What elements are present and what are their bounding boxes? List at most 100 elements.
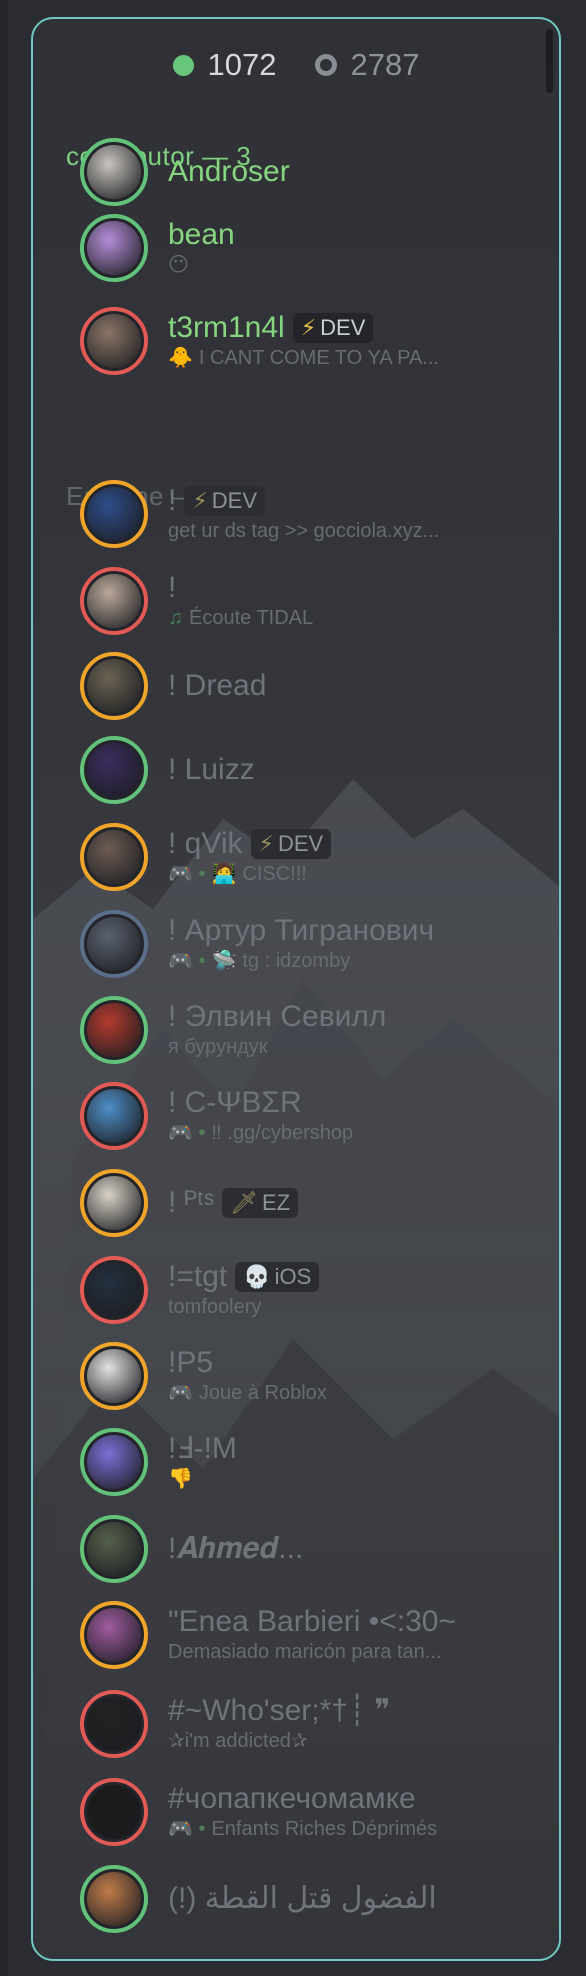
member-name-row: (!) الفضول قتل القطة (168, 1882, 437, 1916)
member-name: !P5 (168, 1346, 214, 1379)
member-name-row: t3rm1n4l ⚡ DEV (168, 311, 439, 345)
member-row[interactable]: !=tgt 💀 iOS tomfoolery (80, 1253, 520, 1327)
member-status: 🎮 • 🛸 tg : idzomby (168, 948, 434, 974)
member-info: ! Артур Тигранович 🎮 • 🛸 tg : idzomby (168, 914, 434, 974)
member-name: #~Who'ser;*†┊ ❞ (168, 1694, 391, 1727)
member-list-panel: 1072 2787 contributor — 3 En ligne — 106… (31, 17, 561, 1961)
member-name-row: !Ⅎ-!M (168, 1432, 237, 1466)
member-row[interactable]: ! Dread (80, 649, 520, 723)
member-status: get ur ds tag >> gocciola.xyz... (168, 518, 439, 544)
member-status: 🎮 • 🧑‍💻 CISC!!! (168, 861, 331, 887)
avatar[interactable] (80, 1428, 148, 1496)
member-row[interactable]: Androser (80, 135, 520, 209)
member-name: !=tgt (168, 1260, 228, 1293)
server-tag-badge[interactable]: ⚡ DEV (250, 829, 332, 859)
member-row[interactable]: "Enea Barbieri •<:30~ Demasiado maricón p… (80, 1598, 520, 1672)
member-row[interactable]: ! qVik ⚡ DEV 🎮 • 🧑‍💻 CISC!!! (80, 820, 520, 894)
avatar[interactable] (80, 736, 148, 804)
tag-label: DEV (277, 831, 324, 856)
member-row[interactable]: !Ⅎ-!M 👎 (80, 1425, 520, 1499)
member-row[interactable]: #чопапкечомамке 🎮 • Enfants Riches Déprimé… (80, 1775, 520, 1849)
pocoyo-icon (87, 1089, 141, 1143)
member-name-row: ! qVik ⚡ DEV (168, 827, 332, 861)
member-row[interactable]: !𝑨𝒉𝒎𝒆𝒅... (80, 1512, 520, 1586)
member-name: ! qVik (168, 827, 243, 860)
avatar[interactable] (80, 996, 148, 1064)
server-tag-badge[interactable]: ⚡ DEV (292, 313, 374, 343)
member-row[interactable]: ! Элвин Севилл я бурундук (80, 993, 520, 1067)
person-red-icon (87, 1522, 141, 1576)
member-row[interactable]: ! ᴾᵗˢ 🗡 EZ (80, 1166, 520, 1240)
member-row[interactable]: ! ⚡ DEV get ur ds tag >> gocciola.xyz... (80, 477, 520, 551)
member-info: #чопапкечомамке 🎮 • Enfants Riches Déprimé… (168, 1782, 437, 1842)
avatar[interactable] (80, 567, 148, 635)
avatar[interactable] (80, 307, 148, 375)
avatar[interactable] (80, 1342, 148, 1410)
server-tag-badge[interactable]: 💀 iOS (235, 1262, 320, 1292)
member-info: ! Элвин Севилл я бурундук (168, 1000, 386, 1060)
member-info: ! C-ΨBΣR 🎮 • ‼ .gg/cybershop (168, 1086, 353, 1146)
member-info: !Ⅎ-!M 👎 (168, 1432, 237, 1492)
member-info: ! Dread (168, 669, 266, 703)
member-name-row: !=tgt 💀 iOS (168, 1260, 320, 1294)
avatar[interactable] (80, 1169, 148, 1237)
avatar[interactable] (80, 1778, 148, 1846)
member-row[interactable]: ! C-ΨBΣR 🎮 • ‼ .gg/cybershop (80, 1079, 520, 1153)
member-info: ! ⚡ DEV get ur ds tag >> gocciola.xyz... (168, 484, 439, 544)
avatar[interactable] (80, 1515, 148, 1583)
status-text: Écoute TIDAL (189, 607, 314, 629)
avatar[interactable] (80, 1256, 148, 1324)
member-info: "Enea Barbieri •<:30~ Demasiado maricón p… (168, 1605, 456, 1665)
avatar[interactable] (80, 138, 148, 206)
member-info: ! ᴾᵗˢ 🗡 EZ (168, 1186, 299, 1220)
member-name-row: ! Артур Тигранович (168, 914, 434, 948)
status-text: tg : idzomby (242, 950, 351, 972)
member-name: Androser (168, 155, 290, 188)
status-text: CISC!!! (242, 863, 307, 885)
hamster-icon (87, 830, 141, 884)
avatar[interactable] (80, 1690, 148, 1758)
avatar[interactable] (80, 823, 148, 891)
member-row[interactable]: ! ♫ Écoute TIDAL (80, 564, 520, 638)
avatar[interactable] (80, 1865, 148, 1933)
member-row[interactable]: !P5 🎮 Joue à Roblox (80, 1339, 520, 1413)
avatar[interactable] (80, 214, 148, 282)
avatar[interactable] (80, 910, 148, 978)
member-row[interactable]: ! Артур Тигранович 🎮 • 🛸 tg : idzomby (80, 907, 520, 981)
cartoon-avatar-icon (87, 487, 141, 541)
avatar[interactable] (80, 1601, 148, 1669)
status-emoji-icon: ♫ (168, 607, 183, 629)
member-info: !𝑨𝒉𝒎𝒆𝒅... (168, 1532, 303, 1566)
member-status: 👎 (168, 1466, 237, 1492)
member-name: #чопапкечомамке (168, 1782, 416, 1815)
member-name-row: ! Dread (168, 669, 266, 703)
member-name-row: #чопапкечомамке (168, 1782, 437, 1816)
member-row[interactable]: t3rm1n4l ⚡ DEV 🐥 I CANT COME TO YA PA... (80, 304, 520, 378)
status-text: .gg/cybershop (227, 1122, 354, 1144)
status-emoji-icon: 😶 (168, 254, 189, 276)
tag-label: DEV (211, 488, 258, 513)
avatar[interactable] (80, 1082, 148, 1150)
member-name-row: ! (168, 571, 313, 605)
member-status: 🎮 Joue à Roblox (168, 1380, 327, 1406)
member-name: t3rm1n4l (168, 311, 285, 344)
online-count: 1072 (172, 47, 277, 83)
server-tag-badge[interactable]: ⚡ DEV (184, 486, 266, 516)
member-name: ! (168, 484, 177, 517)
member-status: 🐥 I CANT COME TO YA PA... (168, 345, 439, 371)
dark-clock-icon (87, 1785, 141, 1839)
member-row[interactable]: (!) الفضول قتل القطة (80, 1862, 520, 1936)
avatar[interactable] (80, 652, 148, 720)
server-tag-badge[interactable]: 🗡 EZ (222, 1188, 299, 1218)
tag-label: DEV (320, 315, 366, 340)
avatar[interactable] (80, 480, 148, 548)
member-name-row: ! C-ΨBΣR (168, 1086, 353, 1120)
member-row[interactable]: #~Who'ser;*†┊ ❞ ✰i'm addicted✰ (80, 1687, 520, 1761)
cat-icon (87, 1872, 141, 1926)
member-row[interactable]: bean 😶 (80, 211, 520, 285)
status-text: tomfoolery (168, 1296, 262, 1318)
member-row[interactable]: ! Luizz (80, 733, 520, 807)
member-info: (!) الفضول قتل القطة (168, 1882, 437, 1916)
online-dot-icon (172, 54, 194, 76)
tag-label: iOS (274, 1264, 312, 1289)
